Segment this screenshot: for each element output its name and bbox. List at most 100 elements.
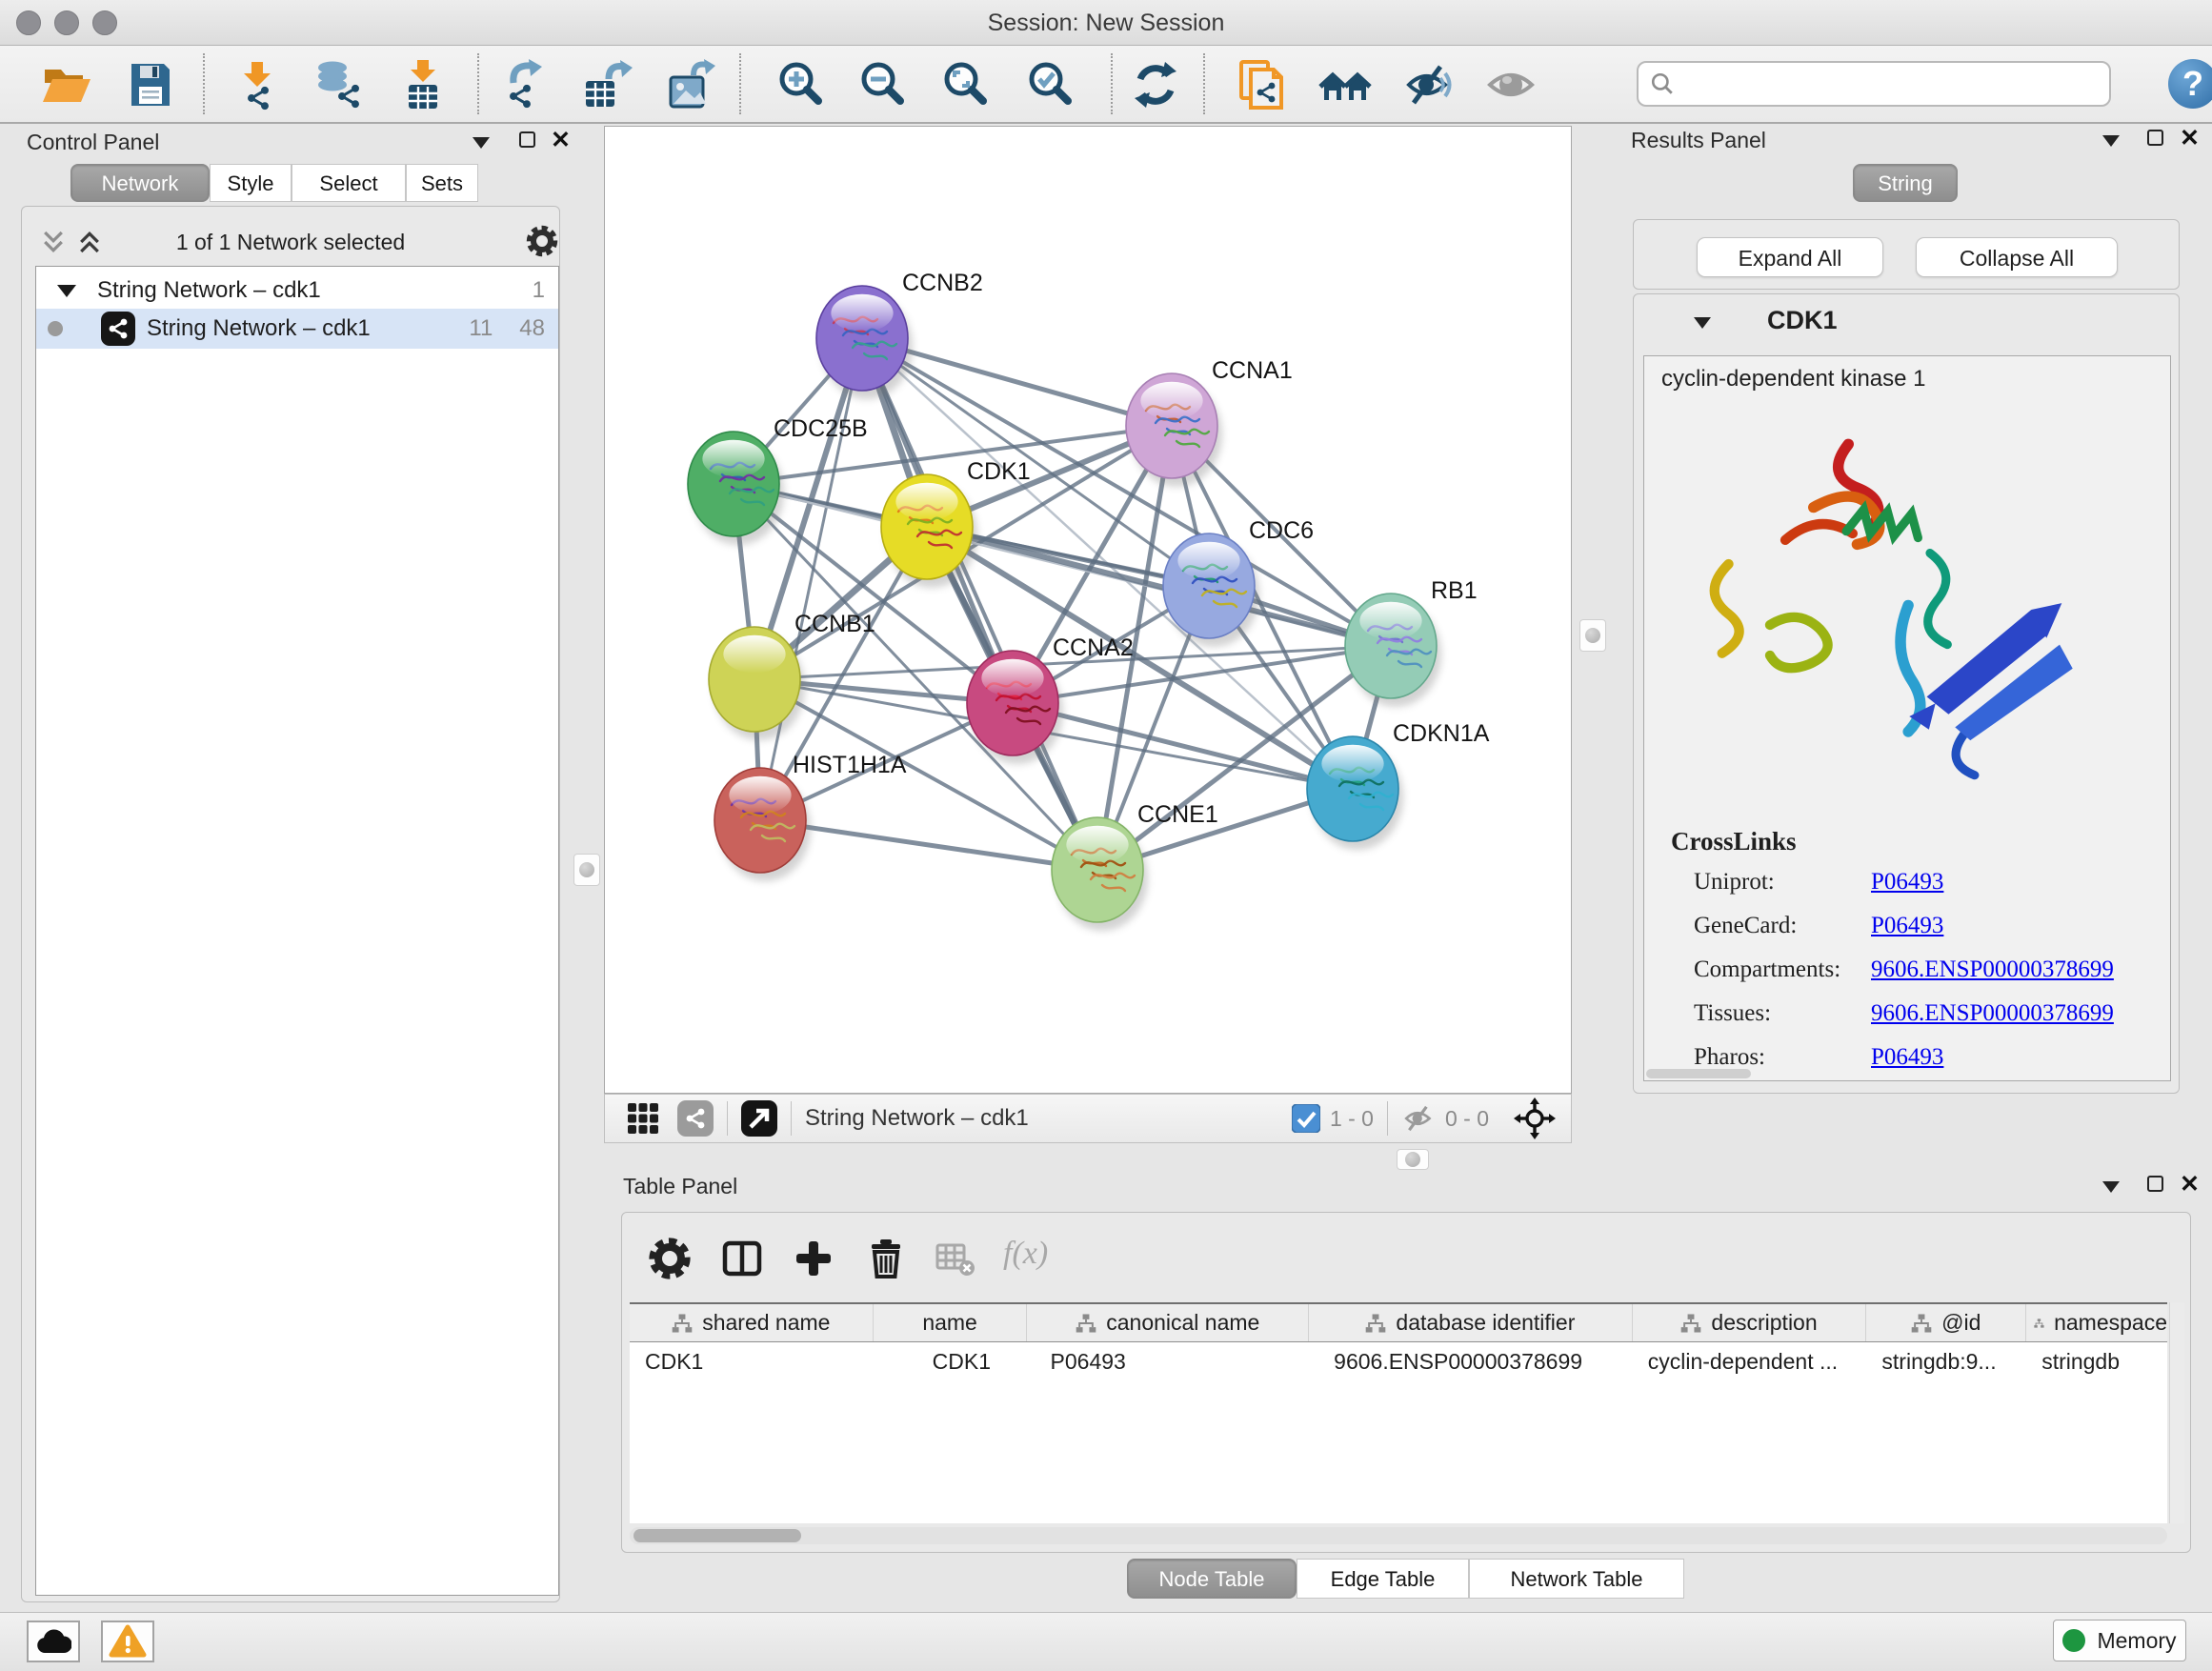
- cell-namespace[interactable]: stringdb: [2026, 1342, 2167, 1380]
- import-network-button[interactable]: [231, 58, 284, 111]
- node-RB1[interactable]: [1345, 594, 1441, 707]
- tab-node-table[interactable]: Node Table: [1127, 1559, 1297, 1599]
- collapse-all-button[interactable]: Collapse All: [1916, 237, 2118, 277]
- node-CDK1[interactable]: [881, 474, 977, 588]
- save-session-button[interactable]: [124, 58, 177, 111]
- results-panel-close-icon[interactable]: ✕: [2180, 131, 2200, 147]
- table-columns-icon[interactable]: [719, 1236, 765, 1281]
- export-network-button[interactable]: [498, 58, 552, 111]
- table-gear-icon[interactable]: [647, 1236, 693, 1281]
- network-collection-row[interactable]: String Network – cdk1 1: [36, 271, 558, 311]
- table-panel-float-icon[interactable]: [2147, 1176, 2163, 1192]
- hidden-eye-icon[interactable]: [1401, 1101, 1436, 1136]
- table-hscrollbar[interactable]: [630, 1527, 2167, 1544]
- open-in-new-window-icon[interactable]: [741, 1100, 777, 1137]
- column-header-shared-name[interactable]: shared name: [630, 1304, 874, 1341]
- network-row-selected[interactable]: String Network – cdk1 11 48: [36, 309, 558, 349]
- right-splitter-handle[interactable]: [1579, 619, 1606, 652]
- expand-all-button[interactable]: Expand All: [1697, 237, 1883, 277]
- crosslink-link-pharos[interactable]: P06493: [1871, 1044, 1943, 1071]
- node-CDKN1A[interactable]: [1307, 736, 1403, 850]
- crosslink-link-compartments[interactable]: 9606.ENSP00000378699: [1871, 956, 2114, 983]
- left-splitter-handle[interactable]: [573, 854, 600, 886]
- node-label-CCNE1: CCNE1: [1137, 801, 1218, 828]
- network-type-icon[interactable]: [677, 1100, 714, 1137]
- refresh-view-button[interactable]: [1129, 58, 1182, 111]
- search-input[interactable]: [1675, 70, 2109, 98]
- node-HIST1H1A[interactable]: [714, 768, 811, 881]
- column-header-name[interactable]: name: [874, 1304, 1028, 1341]
- node-CCNE1[interactable]: [1052, 817, 1148, 931]
- table-add-icon[interactable]: [791, 1236, 836, 1281]
- tab-network[interactable]: Network: [70, 164, 210, 202]
- column-header-canonical-name[interactable]: canonical name: [1027, 1304, 1309, 1341]
- edge-CDK1-RB1[interactable]: [927, 527, 1391, 646]
- tab-edge-table[interactable]: Edge Table: [1297, 1559, 1469, 1599]
- network-canvas[interactable]: CCNB2CCNA1CDC25BCDK1CDC6RB1CCNB1CCNA2CDK…: [604, 126, 1572, 1094]
- cell-database-identifier[interactable]: 9606.ENSP00000378699: [1309, 1342, 1633, 1380]
- column-header-database-identifier[interactable]: database identifier: [1309, 1304, 1633, 1341]
- node-CCNA1[interactable]: [1126, 373, 1222, 487]
- hide-selected-button[interactable]: [1401, 58, 1455, 111]
- protein-section-expander-icon[interactable]: [1694, 317, 1711, 329]
- show-all-button[interactable]: [1484, 58, 1538, 111]
- tab-style[interactable]: Style: [210, 164, 292, 202]
- cell-name[interactable]: CDK1: [874, 1342, 1028, 1380]
- results-panel-float-icon[interactable]: [2147, 130, 2163, 146]
- node-label-CDC6: CDC6: [1249, 517, 1314, 544]
- node-CCNB2[interactable]: [816, 286, 913, 399]
- column-header-namespace[interactable]: namespace: [2026, 1304, 2167, 1341]
- selected-checkbox-icon[interactable]: [1292, 1104, 1320, 1133]
- import-network-from-database-button[interactable]: [312, 58, 365, 111]
- home-networks-button[interactable]: [1318, 58, 1372, 111]
- edge-CCNB2-HIST1H1A[interactable]: [760, 338, 862, 820]
- crosslink-row: GeneCard:: [1694, 913, 1797, 939]
- cell-shared-name[interactable]: CDK1: [630, 1342, 874, 1380]
- share-document-button[interactable]: [1234, 58, 1287, 111]
- crosslink-link-uniprot[interactable]: P06493: [1871, 869, 1943, 896]
- column-header-description[interactable]: description: [1633, 1304, 1867, 1341]
- table-panel-collapse-icon[interactable]: [2102, 1181, 2120, 1193]
- edge-CCNB2-CCNE1[interactable]: [862, 338, 1097, 870]
- crosslink-link-tissues[interactable]: 9606.ENSP00000378699: [1871, 1000, 2114, 1027]
- control-panel-float-icon[interactable]: [519, 131, 535, 148]
- cloud-status-button[interactable]: [27, 1621, 80, 1662]
- export-image-button[interactable]: [663, 58, 716, 111]
- tab-select[interactable]: Select: [292, 164, 406, 202]
- cell-description[interactable]: cyclin-dependent ...: [1633, 1342, 1867, 1380]
- memory-button[interactable]: Memory: [2053, 1620, 2186, 1661]
- cell-canonical-name[interactable]: P06493: [1028, 1342, 1310, 1380]
- fit-content-crosshair-icon[interactable]: [1514, 1097, 1556, 1139]
- zoom-selected-button[interactable]: [1023, 58, 1076, 111]
- warning-status-button[interactable]: [101, 1621, 154, 1662]
- zoom-in-button[interactable]: [774, 58, 827, 111]
- table-hscrollbar-thumb[interactable]: [633, 1529, 801, 1542]
- tab-sets[interactable]: Sets: [406, 164, 478, 202]
- cell-id[interactable]: stringdb:9...: [1866, 1342, 2026, 1380]
- table-delete-icon[interactable]: [863, 1236, 909, 1281]
- table-row[interactable]: CDK1 CDK1 P06493 9606.ENSP00000378699 cy…: [630, 1342, 2167, 1380]
- control-panel-close-icon[interactable]: ✕: [551, 132, 571, 149]
- column-header-id[interactable]: @id: [1866, 1304, 2026, 1341]
- zoom-fit-button[interactable]: [938, 58, 992, 111]
- results-panel-collapse-icon[interactable]: [2102, 135, 2120, 147]
- node-CDC6[interactable]: [1163, 534, 1259, 647]
- crosslink-link-genecard[interactable]: P06493: [1871, 913, 1943, 939]
- open-session-button[interactable]: [40, 58, 93, 111]
- export-table-button[interactable]: [580, 58, 633, 111]
- details-hscrollbar[interactable]: [1646, 1069, 1751, 1078]
- edge-HIST1H1A-CCNE1[interactable]: [760, 820, 1097, 870]
- birdseye-grid-icon[interactable]: [626, 1101, 660, 1136]
- tab-string[interactable]: String: [1853, 164, 1958, 202]
- import-table-button[interactable]: [396, 58, 450, 111]
- network-options-gear-icon[interactable]: [525, 224, 559, 258]
- table-vscrollbar[interactable]: [2169, 1302, 2184, 1523]
- help-button[interactable]: ?: [2168, 59, 2212, 109]
- zoom-out-button[interactable]: [855, 58, 909, 111]
- node-CDC25B[interactable]: [688, 432, 784, 545]
- bottom-splitter-handle[interactable]: [1397, 1149, 1429, 1170]
- control-panel-collapse-icon[interactable]: [473, 137, 490, 149]
- tab-network-table[interactable]: Network Table: [1469, 1559, 1684, 1599]
- collection-expander-icon[interactable]: [57, 285, 76, 297]
- table-panel-close-icon[interactable]: ✕: [2180, 1177, 2200, 1193]
